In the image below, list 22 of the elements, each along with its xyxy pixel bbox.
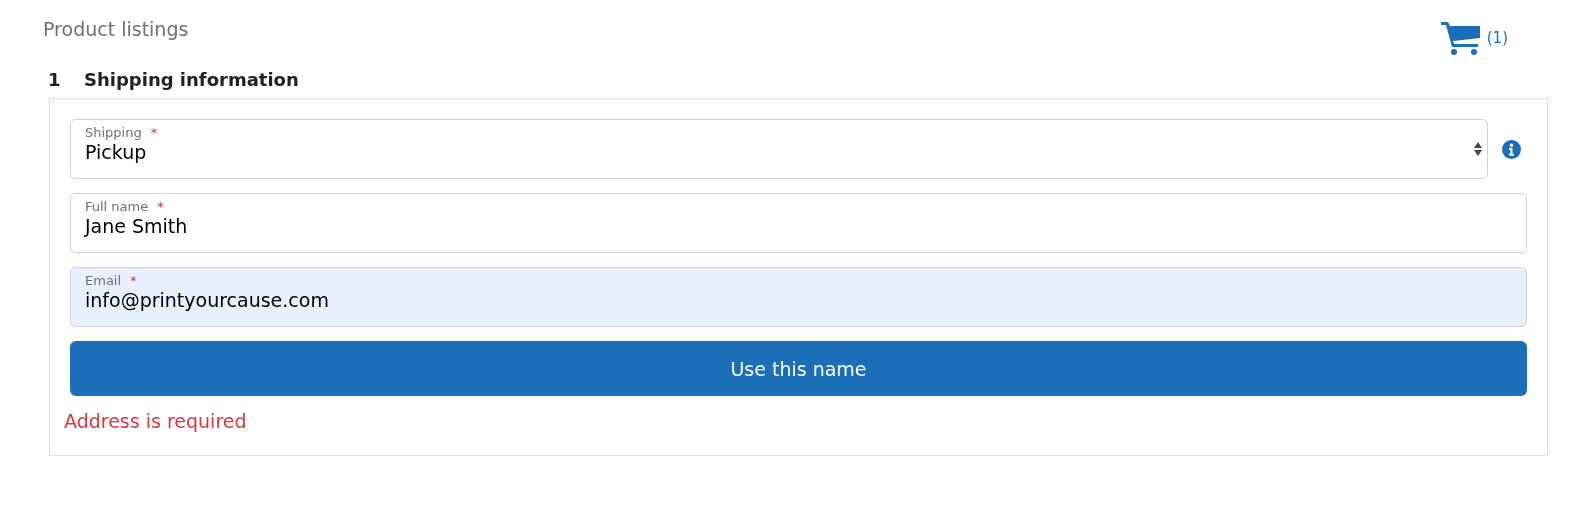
field-value: Pickup <box>85 141 148 163</box>
cart-icon <box>1440 20 1481 56</box>
sort-arrows-icon <box>1473 141 1483 157</box>
error-message: Address is required <box>64 410 248 432</box>
section-title: Shipping information <box>84 68 299 90</box>
select-field[interactable]: Shipping * Pickup <box>70 119 1488 179</box>
field-value: info@printyourcause.com <box>85 289 330 311</box>
field-label: Shipping <box>85 125 142 140</box>
cart-count: (1) <box>1486 29 1508 47</box>
field-label: Email <box>85 273 122 288</box>
field-label: Full name <box>85 199 149 214</box>
input-field[interactable]: Email * info@printyourcause.com <box>70 267 1527 327</box>
cart-link[interactable]: (1) <box>1440 20 1508 56</box>
page-title: Product listings <box>43 18 189 40</box>
input-field[interactable]: Full name * Jane Smith <box>70 193 1527 253</box>
submit-button[interactable]: Use this name <box>70 341 1527 396</box>
required-mark: * <box>150 125 158 140</box>
required-mark: * <box>130 273 137 288</box>
info-icon[interactable] <box>1502 139 1521 159</box>
step-number: 1 <box>48 68 62 90</box>
required-mark: * <box>157 199 164 214</box>
field-value: Jane Smith <box>85 215 189 237</box>
